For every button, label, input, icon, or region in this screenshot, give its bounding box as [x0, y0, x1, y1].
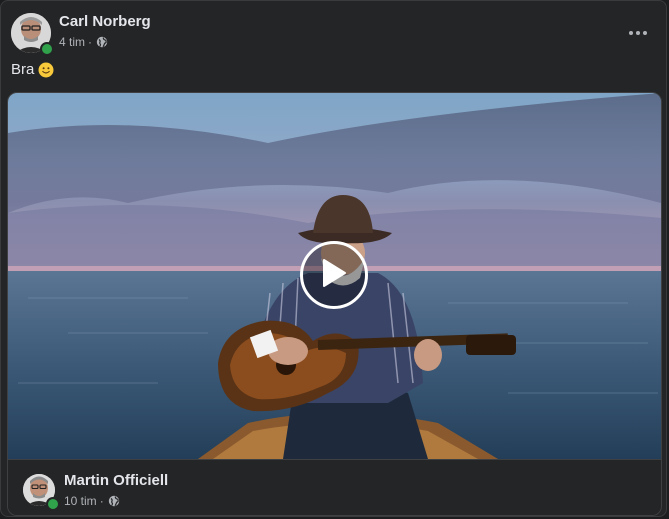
shared-timestamp[interactable]: 10 tim [64, 494, 97, 508]
post-author-name[interactable]: Carl Norberg [59, 13, 151, 30]
post-message-text: Bra [11, 61, 35, 78]
slightly-smiling-face-icon [38, 62, 54, 78]
post-meta: 4 tim · [59, 35, 108, 49]
feed-post: Carl Norberg 4 tim · Bra Martin Officiel… [0, 0, 667, 517]
globe-icon [96, 36, 108, 48]
shared-post-card[interactable]: Martin Officiell 10 tim · [7, 92, 662, 516]
globe-icon [108, 495, 120, 507]
post-message: Bra [11, 61, 54, 78]
post-header: Carl Norberg 4 tim · [11, 11, 661, 56]
online-status-dot [40, 42, 54, 56]
post-more-options-button[interactable] [623, 17, 653, 47]
shared-post-footer: Martin Officiell 10 tim · [8, 459, 661, 515]
play-icon [321, 258, 347, 293]
post-timestamp[interactable]: 4 tim [59, 35, 85, 49]
meta-separator: · [88, 35, 93, 49]
more-horizontal-icon [628, 23, 648, 41]
shared-online-status-dot [46, 497, 60, 511]
shared-post-meta: 10 tim · [64, 494, 120, 508]
shared-meta-separator: · [99, 494, 104, 508]
shared-author-name[interactable]: Martin Officiell [64, 472, 168, 489]
video-player[interactable] [8, 93, 661, 459]
play-button[interactable] [300, 241, 368, 309]
